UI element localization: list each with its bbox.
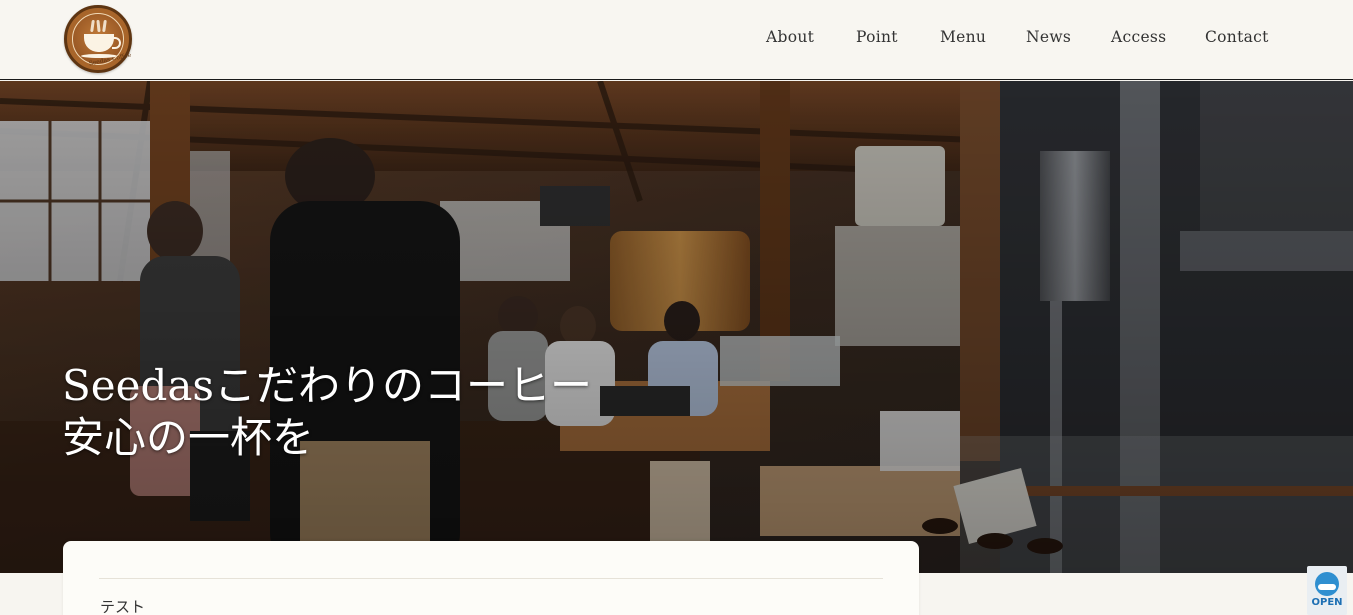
nav-contact[interactable]: Contact (1205, 28, 1269, 46)
nav-about[interactable]: About (766, 28, 814, 46)
nav-point[interactable]: Point (856, 28, 898, 46)
site-logo[interactable]: Seedas Coffee (64, 5, 132, 73)
card-text: テスト (100, 598, 146, 615)
coffee-cup-icon: Seedas Coffee (72, 13, 132, 67)
open-badge[interactable]: OPEN (1307, 566, 1347, 615)
hero-title: Seedasこだわりのコーヒー 安心の一杯を (62, 360, 592, 464)
nav-news[interactable]: News (1026, 28, 1071, 46)
hero-image (0, 81, 1353, 573)
card-divider (99, 578, 883, 579)
nav-menu[interactable]: Menu (940, 28, 986, 46)
open-badge-label: OPEN (1311, 597, 1343, 608)
site-header: Seedas Coffee About Point Menu News Acce… (0, 0, 1353, 80)
content-card: テスト (63, 541, 919, 615)
hero-title-line-2: 安心の一杯を (62, 413, 315, 462)
hero-title-line-1: Seedasこだわりのコーヒー (62, 361, 592, 410)
open-badge-icon (1315, 572, 1339, 596)
nav-access[interactable]: Access (1111, 28, 1166, 46)
hero-section: Seedasこだわりのコーヒー 安心の一杯を (0, 81, 1353, 573)
